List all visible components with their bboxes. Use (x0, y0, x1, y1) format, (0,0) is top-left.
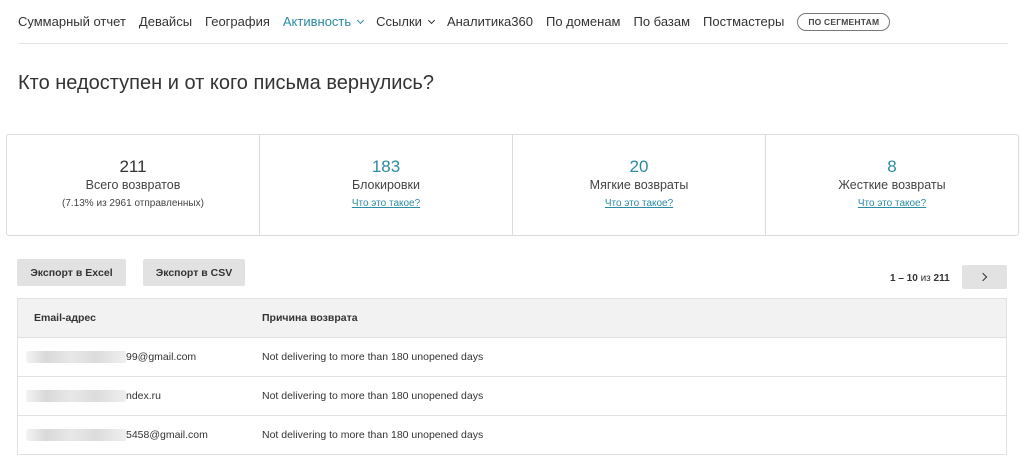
email-text: 5458@gmail.com (126, 429, 208, 442)
chevron-right-icon (978, 272, 988, 282)
stat-label: Жесткие возвраты (838, 178, 946, 192)
page-title: Кто недоступен и от кого письма вернулис… (18, 72, 434, 94)
table-row[interactable]: 5458@gmail.com Not delivering to more th… (17, 416, 1007, 455)
nav-geography[interactable]: География (205, 14, 270, 29)
export-excel-button[interactable]: Экспорт в Excel (17, 259, 126, 286)
next-page-button[interactable] (962, 265, 1007, 289)
nav-by-domains[interactable]: По доменам (546, 14, 621, 29)
nav-label: Ссылки (376, 14, 422, 29)
nav-label: География (205, 14, 270, 29)
reason-cell: Not delivering to more than 180 unopened… (262, 351, 484, 363)
table-row[interactable]: ndex.ru Not delivering to more than 180 … (17, 377, 1007, 416)
column-header-email[interactable]: Email-адрес (18, 312, 262, 324)
stat-total-bounces: 211 Всего возвратов (7.13% из 2961 отпра… (7, 135, 260, 235)
column-header-reason[interactable]: Причина возврата (262, 312, 1006, 324)
reason-cell: Not delivering to more than 180 unopened… (262, 390, 484, 402)
chevron-down-icon (357, 16, 365, 24)
nav-label: Аналитика360 (446, 14, 533, 29)
chevron-down-icon (427, 16, 435, 24)
stat-label: Блокировки (352, 178, 420, 192)
nav-postmasters[interactable]: Постмастеры (703, 14, 784, 29)
export-csv-button[interactable]: Экспорт в CSV (143, 259, 245, 286)
reason-cell: Not delivering to more than 180 unopened… (262, 429, 484, 441)
stat-value[interactable]: 20 (513, 157, 765, 177)
nav-label: Постмастеры (703, 14, 785, 29)
nav-label: По базам (633, 14, 691, 29)
email-text: ndex.ru (126, 390, 162, 403)
email-text: 99@gmail.com (126, 351, 197, 364)
stat-value[interactable]: 8 (766, 157, 1018, 177)
nav-summary-report[interactable]: Суммарный отчет (18, 14, 126, 29)
nav-links[interactable]: Ссылки (376, 14, 435, 29)
table-row[interactable]: 99@gmail.com Not delivering to more than… (17, 338, 1007, 377)
bounces-table: Email-адрес Причина возврата 99@gmail.co… (17, 298, 1007, 455)
nav-label: По доменам (545, 14, 621, 29)
pagination-total: 211 (933, 273, 950, 284)
what-is-this-link[interactable]: Что это такое? (352, 198, 420, 209)
email-cell: 99@gmail.com (18, 351, 262, 364)
what-is-this-link[interactable]: Что это такое? (605, 198, 673, 209)
stat-value[interactable]: 183 (260, 157, 512, 177)
what-is-this-link[interactable]: Что это такое? (858, 198, 926, 209)
nav-activity[interactable]: Активность (282, 14, 365, 29)
by-segments-button[interactable]: ПО СЕГМЕНТАМ (797, 12, 891, 31)
email-cell: ndex.ru (18, 390, 262, 403)
bounce-stats-panel: 211 Всего возвратов (7.13% из 2961 отпра… (6, 134, 1019, 236)
stat-subtext: (7.13% из 2961 отправленных) (62, 198, 204, 209)
redacted-email-mask (26, 390, 126, 403)
table-header: Email-адрес Причина возврата (17, 298, 1007, 338)
email-cell: 5458@gmail.com (18, 429, 262, 442)
nav-analytics360[interactable]: Аналитика360 (447, 14, 533, 29)
stat-hard-bounces: 8 Жесткие возвраты Что это такое? (766, 135, 1018, 235)
redacted-email-mask (26, 429, 126, 442)
stat-blocks: 183 Блокировки Что это такое? (260, 135, 513, 235)
nav-label: Суммарный отчет (18, 14, 126, 29)
stat-value: 211 (119, 157, 147, 176)
nav-by-bases[interactable]: По базам (634, 14, 691, 29)
top-navigation: Суммарный отчет Девайсы География Активн… (18, 0, 1008, 44)
redacted-email-mask (26, 351, 126, 364)
pagination-of: из (920, 273, 931, 284)
pagination-range: 1 – 10 (890, 273, 918, 284)
nav-label: Активность (282, 14, 352, 29)
stat-label: Всего возвратов (85, 178, 181, 192)
stat-soft-bounces: 20 Мягкие возвраты Что это такое? (513, 135, 766, 235)
pagination-status: 1 – 10 из 211 (890, 273, 950, 284)
nav-label: Девайсы (138, 14, 193, 29)
stat-label: Мягкие возвраты (589, 178, 689, 192)
nav-devices[interactable]: Девайсы (139, 14, 192, 29)
